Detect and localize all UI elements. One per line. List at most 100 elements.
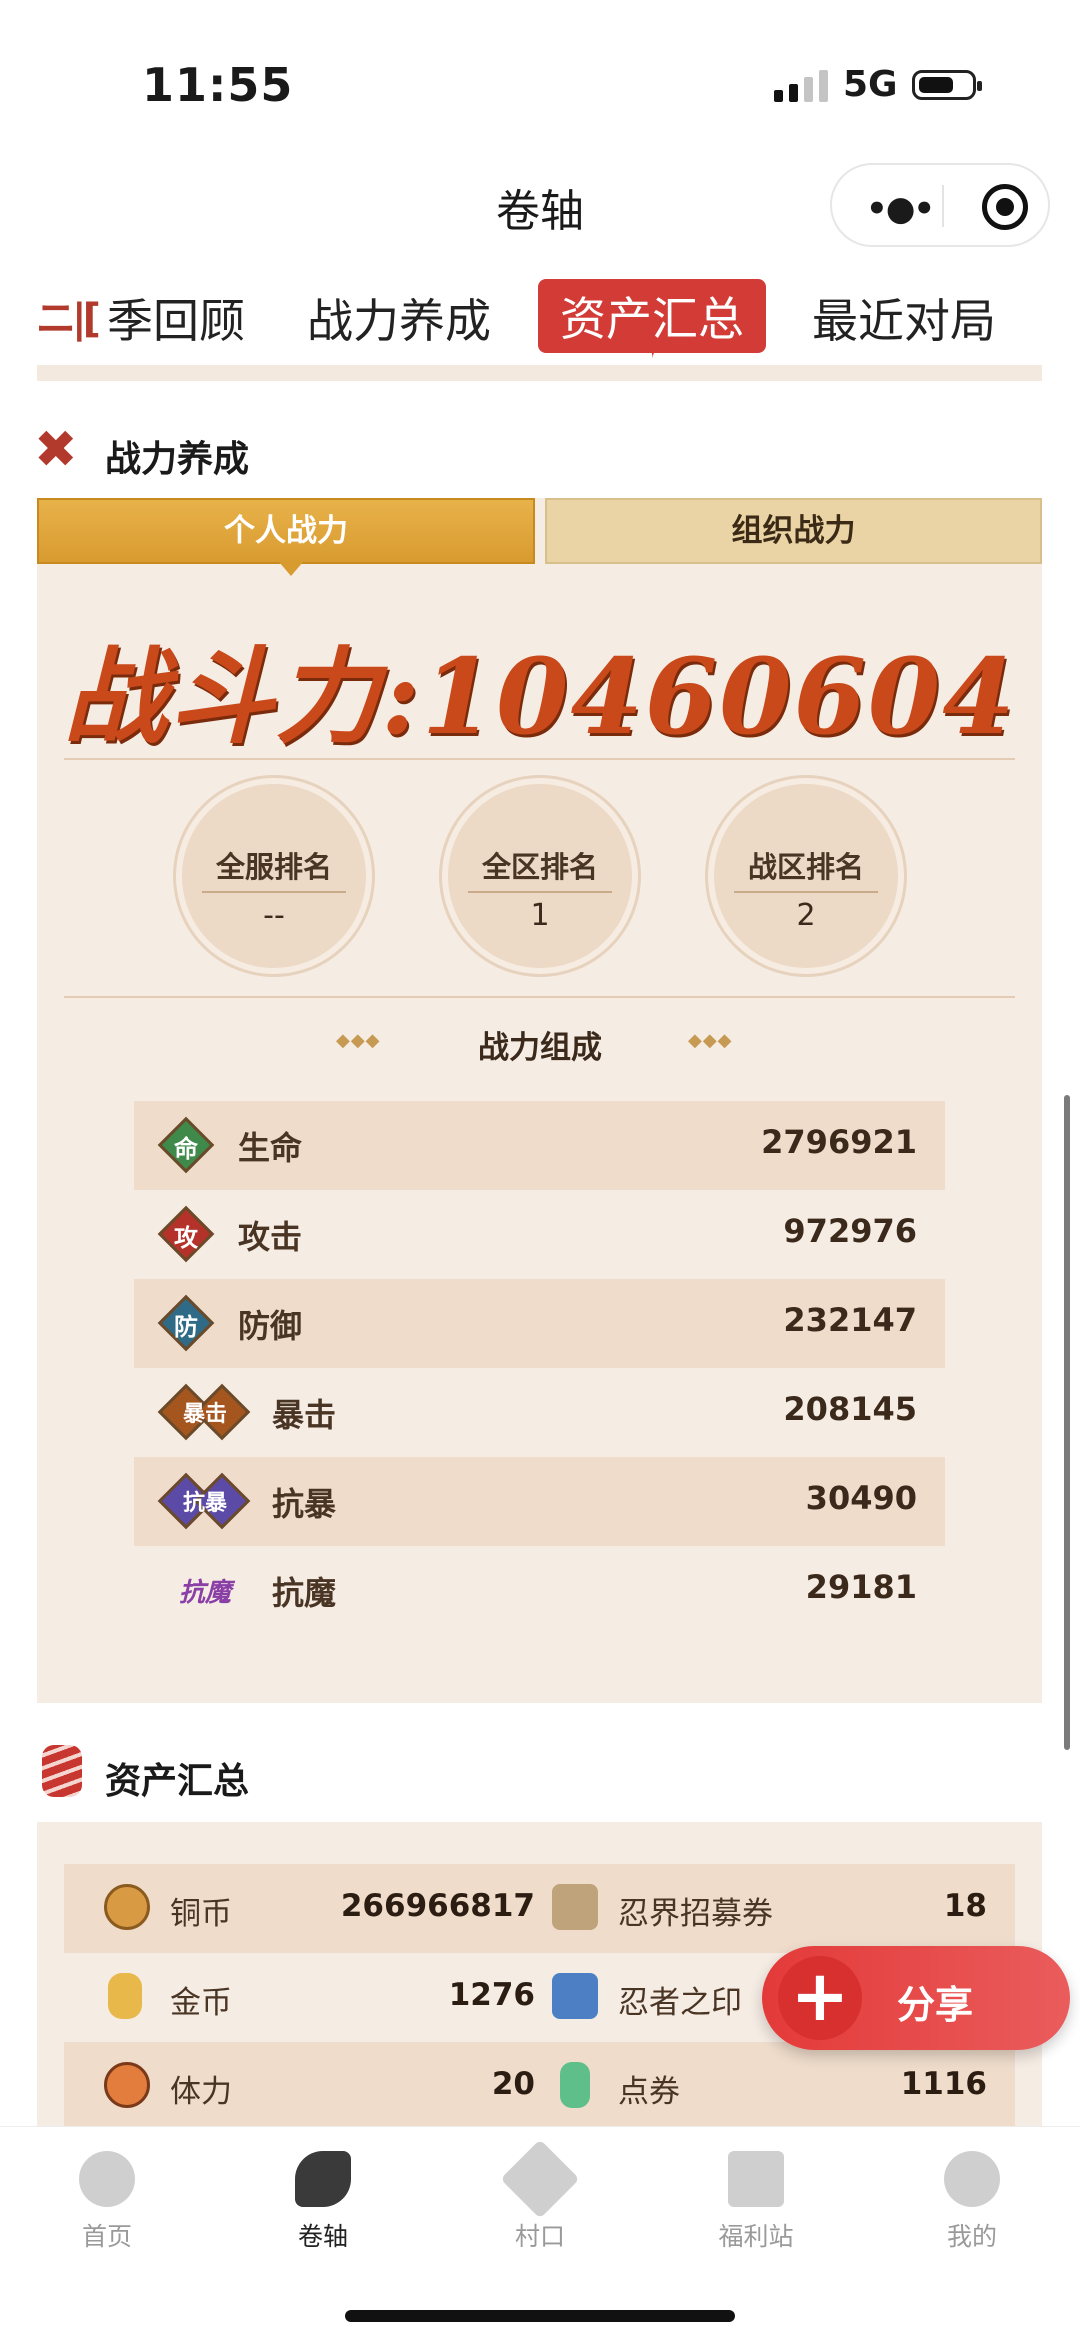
nav-label: 我的	[946, 2222, 997, 2251]
asset-name: 忍者之印	[618, 1985, 742, 2021]
asset-row: 体力 20 点券 1116	[64, 2042, 1015, 2131]
asset-name: 点券	[618, 2074, 680, 2110]
stat-name: 抗魔	[272, 1574, 337, 1612]
close-miniprogram-icon[interactable]	[982, 184, 1028, 230]
divider	[64, 996, 1015, 998]
attack-icon: 攻	[157, 1205, 215, 1263]
stamina-bowl-icon	[104, 2062, 150, 2108]
share-button[interactable]: + 分享	[762, 1946, 1070, 2050]
nav-label: 福利站	[718, 2222, 794, 2251]
asset-name: 铜币	[170, 1896, 232, 1932]
stat-name: 防御	[238, 1307, 303, 1345]
crit-icon: 暴击	[157, 1383, 251, 1441]
copper-coin-icon	[104, 1884, 150, 1930]
recruit-ticket-icon	[552, 1884, 598, 1930]
more-icon[interactable]: •●•	[866, 189, 935, 229]
tab-season-review[interactable]: 季回顾	[107, 285, 245, 351]
home-indicator[interactable]	[345, 2310, 735, 2322]
power-label: 战斗力:	[63, 635, 422, 758]
stat-name: 生命	[238, 1129, 303, 1167]
stat-name: 攻击	[238, 1218, 303, 1256]
nav-scroll[interactable]: 卷轴	[253, 2151, 393, 2253]
pinwheel-icon	[500, 2139, 580, 2219]
asset-value: 1276	[448, 1977, 535, 2013]
plus-icon: +	[778, 1956, 862, 2040]
scrollbar[interactable]	[1064, 1095, 1070, 1750]
section-title-assets: 资产汇总	[105, 1761, 250, 1802]
share-label: 分享	[897, 1983, 974, 2027]
asset-name: 忍界招募券	[618, 1896, 773, 1932]
rank-divider	[734, 891, 878, 893]
rank-label: 全区排名	[481, 850, 598, 884]
tab-recent-matches[interactable]: 最近对局	[812, 285, 996, 351]
stat-value: 208145	[783, 1390, 917, 1428]
asset-scroll-icon	[42, 1745, 82, 1797]
power-score: 战斗力:10460604	[0, 612, 1080, 763]
stat-value: 29181	[805, 1568, 917, 1606]
asset-row: 铜币 266966817 忍界招募券 18	[64, 1864, 1015, 1953]
divider-strip	[37, 365, 1042, 381]
rank-server: 全服排名 --	[176, 778, 372, 974]
rank-value: 1	[530, 898, 550, 933]
shuriken-icon: ✖	[34, 420, 78, 480]
nav-welfare[interactable]: 福利站	[686, 2151, 826, 2253]
stat-value: 972976	[783, 1212, 917, 1250]
tab-star-icon: ✦	[636, 322, 670, 368]
stat-row-hp: 命 生命 2796921	[134, 1101, 945, 1190]
ninja-seal-icon	[552, 1973, 598, 2019]
section-title-power: 战力养成	[105, 439, 250, 480]
stat-row-defense: 防 防御 232147	[134, 1279, 945, 1368]
stat-row-anti-crit: 抗暴 抗暴 30490	[134, 1457, 945, 1546]
stat-name: 暴击	[272, 1396, 337, 1434]
status-time: 11:55	[142, 58, 294, 112]
defense-icon: 防	[157, 1294, 215, 1352]
nav-label: 卷轴	[297, 2222, 348, 2251]
stat-value: 232147	[783, 1301, 917, 1339]
scroll-icon	[295, 2151, 351, 2207]
stat-row-crit: 暴击 暴击 208145	[134, 1368, 945, 1457]
stat-name: 抗暴	[272, 1485, 337, 1523]
voucher-icon	[560, 2062, 590, 2108]
segment-org-power[interactable]: 组织战力	[545, 498, 1042, 564]
tab-power-growth[interactable]: 战力养成	[307, 285, 491, 351]
nav-label: 村口	[514, 2222, 565, 2251]
composition-title: 战力组成	[478, 1030, 602, 1066]
capsule-divider	[942, 185, 944, 227]
rank-divider	[468, 891, 612, 893]
diamond-ornament-icon: ◆◆◆	[688, 1030, 733, 1051]
battery-icon	[912, 70, 982, 100]
nav-label: 首页	[81, 2222, 132, 2251]
signal-icon	[774, 68, 828, 102]
rank-value: 2	[796, 898, 816, 933]
home-icon	[79, 2151, 135, 2207]
nav-profile[interactable]: 我的	[902, 2151, 1042, 2253]
rank-label: 战区排名	[747, 850, 864, 884]
profile-icon	[944, 2151, 1000, 2207]
tabs-menu-icon[interactable]: ニ|[	[36, 286, 101, 344]
rank-label: 全服排名	[215, 850, 332, 884]
gift-icon	[728, 2151, 784, 2207]
anti-magic-icon: 抗魔	[178, 1578, 231, 1608]
miniprogram-capsule: •●•	[830, 163, 1050, 247]
asset-name: 金币	[170, 1985, 232, 2021]
nav-home[interactable]: 首页	[37, 2151, 177, 2253]
stat-row-anti-magic: 抗魔 抗魔 29181	[134, 1546, 945, 1635]
asset-value: 20	[491, 2066, 535, 2102]
rank-value: --	[263, 898, 285, 933]
rank-warzone: 战区排名 2	[708, 778, 904, 974]
anti-crit-icon: 抗暴	[157, 1472, 251, 1530]
asset-value: 1116	[900, 2066, 987, 2102]
asset-value: 266966817	[340, 1888, 535, 1924]
rank-divider	[202, 891, 346, 893]
asset-name: 体力	[170, 2074, 232, 2110]
segment-personal-power[interactable]: 个人战力	[37, 498, 535, 576]
power-value: 10460604	[421, 635, 1017, 758]
asset-value: 18	[943, 1888, 987, 1924]
stat-value: 2796921	[761, 1123, 917, 1161]
gold-coin-icon	[108, 1973, 142, 2019]
hp-icon: 命	[157, 1116, 215, 1174]
nav-village[interactable]: 村口	[470, 2139, 610, 2253]
rank-region: 全区排名 1	[442, 778, 638, 974]
divider	[64, 758, 1015, 760]
stat-value: 30490	[805, 1479, 917, 1517]
